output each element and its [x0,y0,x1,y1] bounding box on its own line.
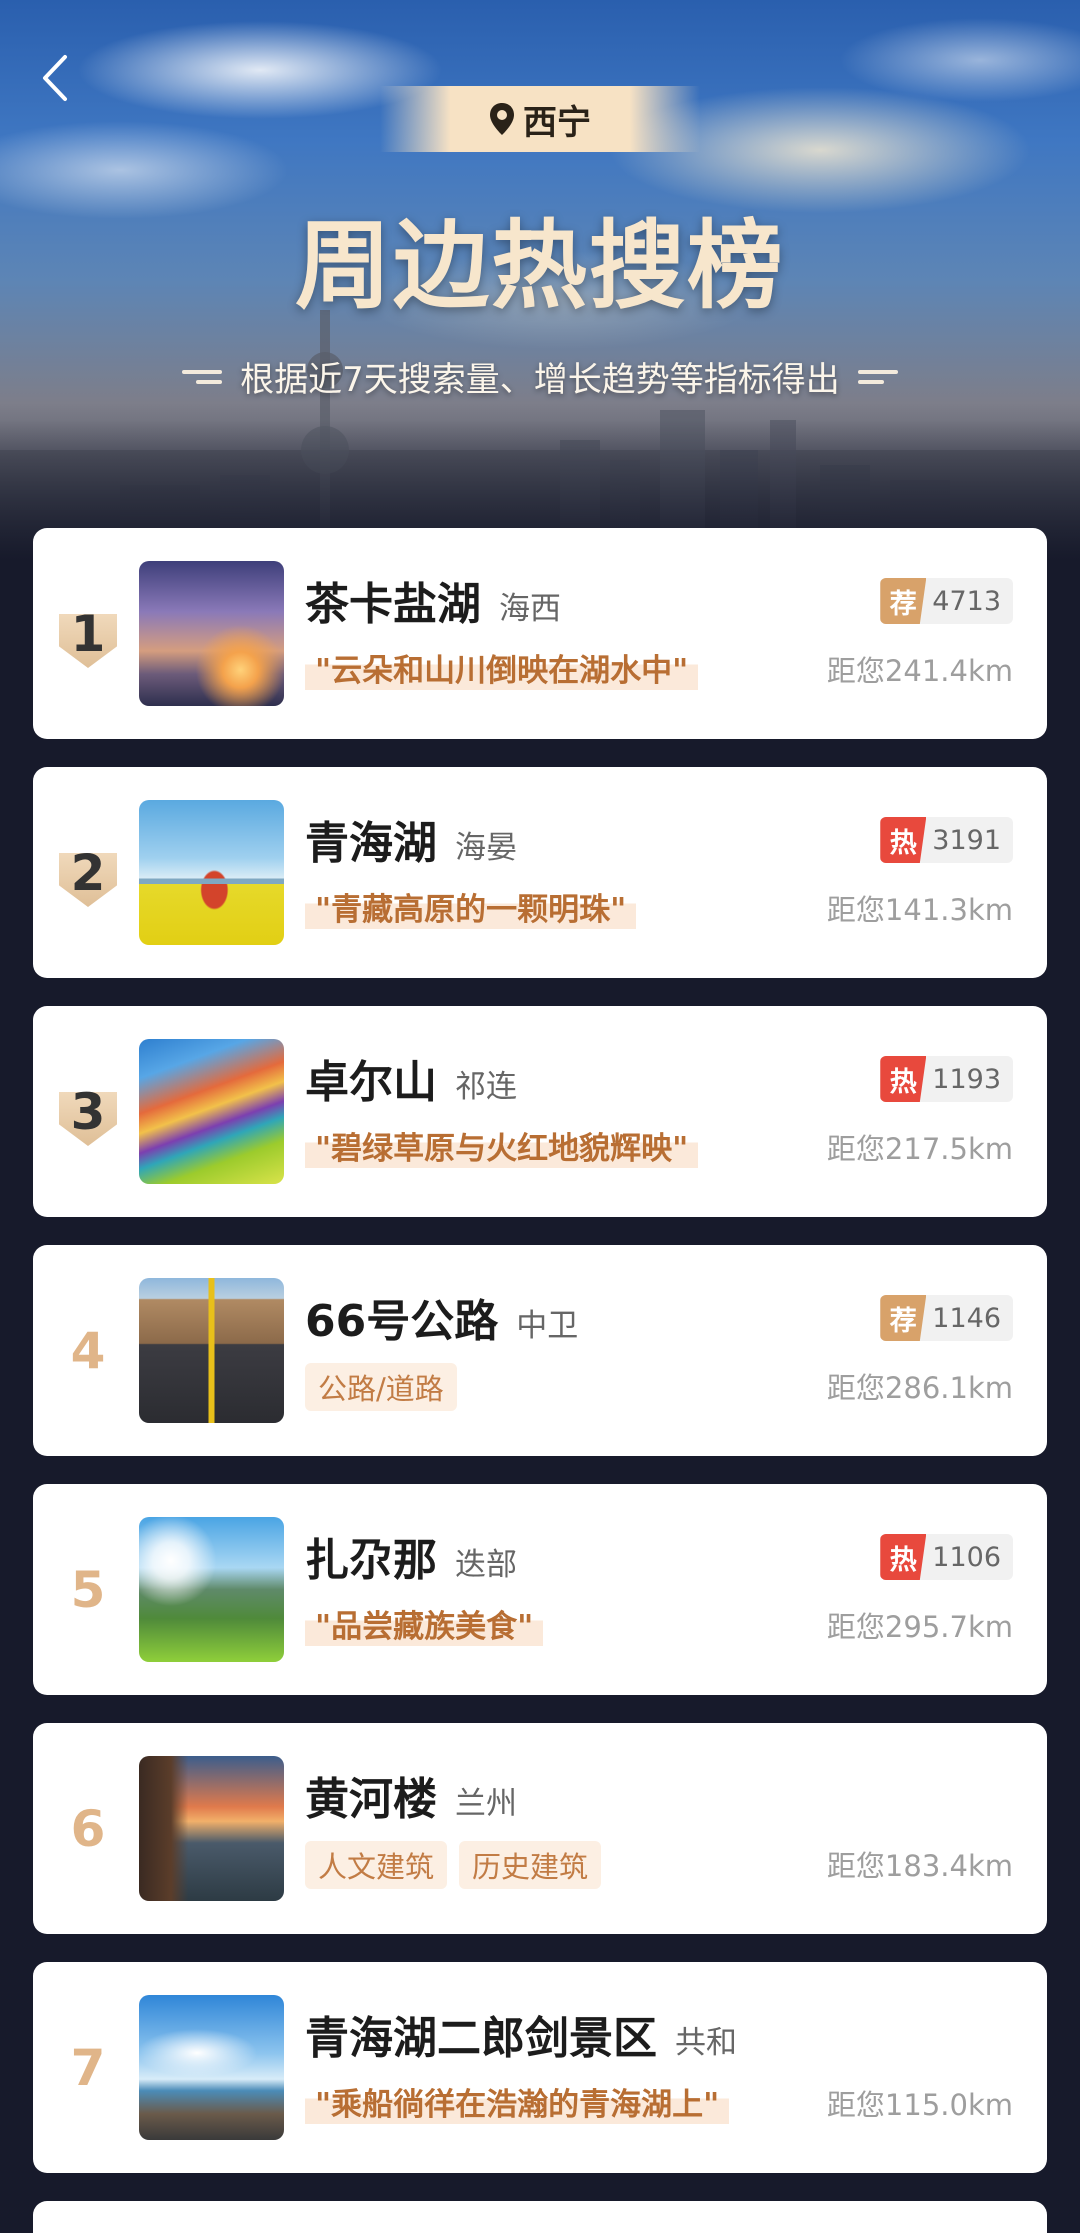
thumbnail-image [139,561,284,706]
place-name: 青海湖二郎剑景区 [305,2013,657,2064]
name-row: 卓尔山 祁连 [305,1046,517,1110]
place-name: 卓尔山 [305,1057,437,1108]
badge-count: 1106 [932,1541,1001,1573]
place-region: 迭部 [455,1547,517,1583]
popularity-badge: 热 1106 [880,1534,1013,1580]
rank-number: 7 [70,2039,106,2097]
thumbnail-image [139,1995,284,2140]
rank-badge: 1 [59,598,117,670]
thumbnail-image [139,800,284,945]
place-quote: "青藏高原的一颗明珠" [305,883,637,929]
place-region: 祁连 [455,1069,517,1105]
subtitle-dash-right [857,369,898,384]
badge-count: 3191 [932,824,1001,856]
list-item[interactable]: 6 黄河楼 兰州 人文建筑 历史建筑 距您183.4km [33,1723,1047,1934]
back-button[interactable] [30,50,80,106]
place-region: 海西 [499,591,561,627]
thumbnail-image [139,1278,284,1423]
subtitle-dash-left [182,369,223,384]
place-quote: "云朵和山川倒映在湖水中" [305,644,699,690]
place-quote: "乘船徜徉在浩瀚的青海湖上" [305,2078,730,2124]
place-region: 共和 [675,2025,737,2061]
place-region: 兰州 [455,1786,517,1822]
badge-kind: 热 [880,1534,927,1580]
location-selector[interactable]: 西宁 [380,86,700,152]
place-name: 66号公路 [305,1296,499,1347]
thumbnail-image [139,1756,284,1901]
place-quote: "碧绿草原与火红地貌辉映" [305,1122,699,1168]
badge-kind: 热 [880,817,927,863]
badge-count: 1193 [932,1063,1001,1095]
rank-number: 2 [70,844,106,902]
badge-count: 1146 [932,1302,1001,1334]
tag-list: 人文建筑 历史建筑 [305,1841,602,1889]
location-label: 西宁 [523,102,591,143]
rank-number: 1 [70,605,106,663]
list-item[interactable]: 5 扎尕那 迭部 "品尝藏族美食" 热 1106 距您295.7km [33,1484,1047,1695]
rank-badge: 4 [59,1315,117,1387]
name-row: 黄河楼 兰州 [305,1763,517,1827]
location-pin-icon [490,103,514,135]
page-subtitle: 根据近7天搜索量、增长趋势等指标得出 [0,352,1080,401]
list-item[interactable]: 1 茶卡盐湖 海西 "云朵和山川倒映在湖水中" 荐 4713 距您241.4km [33,528,1047,739]
place-name: 青海湖 [305,818,437,869]
badge-kind: 荐 [880,578,927,624]
tag: 公路/道路 [305,1363,457,1411]
distance: 距您217.5km [826,1132,1013,1166]
distance: 距您141.3km [826,893,1013,927]
badge-kind: 热 [880,1056,927,1102]
list-item-partial[interactable] [33,2201,1047,2233]
distance: 距您241.4km [826,654,1013,688]
list-item[interactable]: 4 66号公路 中卫 公路/道路 荐 1146 距您286.1km [33,1245,1047,1456]
tag: 历史建筑 [459,1841,602,1889]
distance: 距您286.1km [826,1371,1013,1405]
popularity-badge: 热 3191 [880,817,1013,863]
thumbnail-image [139,1517,284,1662]
distance: 距您115.0km [826,2088,1013,2122]
hero-banner: 西宁 周边热搜榜 根据近7天搜索量、增长趋势等指标得出 [0,0,1080,560]
badge-count: 4713 [932,585,1001,617]
popularity-badge: 荐 4713 [880,578,1013,624]
name-row: 青海湖二郎剑景区 共和 [305,2002,737,2066]
place-region: 海晏 [455,830,517,866]
rank-number: 3 [70,1083,106,1141]
place-quote: "品尝藏族美食" [305,1600,544,1646]
tag: 人文建筑 [305,1841,448,1889]
rank-badge: 6 [59,1793,117,1865]
place-region: 中卫 [516,1308,579,1344]
popularity-badge: 荐 1146 [880,1295,1013,1341]
list-item[interactable]: 3 卓尔山 祁连 "碧绿草原与火红地貌辉映" 热 1193 距您217.5km [33,1006,1047,1217]
rank-number: 4 [70,1322,106,1380]
rank-badge: 7 [59,2032,117,2104]
place-name: 茶卡盐湖 [305,579,481,630]
list-item[interactable]: 2 青海湖 海晏 "青藏高原的一颗明珠" 热 3191 距您141.3km [33,767,1047,978]
name-row: 青海湖 海晏 [305,807,517,871]
subtitle-text: 根据近7天搜索量、增长趋势等指标得出 [240,360,840,400]
name-row: 66号公路 中卫 [305,1285,578,1349]
rank-number: 5 [70,1561,106,1619]
chevron-left-icon [43,55,67,101]
badge-kind: 荐 [880,1295,927,1341]
place-name: 黄河楼 [305,1774,437,1825]
name-row: 扎尕那 迭部 [305,1524,517,1588]
popularity-badge: 热 1193 [880,1056,1013,1102]
name-row: 茶卡盐湖 海西 [305,568,561,632]
rank-badge: 3 [59,1076,117,1148]
rank-badge: 2 [59,837,117,909]
thumbnail-image [139,1039,284,1184]
place-name: 扎尕那 [305,1535,437,1586]
distance: 距您183.4km [826,1849,1013,1883]
rank-badge: 5 [59,1554,117,1626]
distance: 距您295.7km [826,1610,1013,1644]
page-title: 周边热搜榜 [295,210,785,322]
tag-list: 公路/道路 [305,1363,457,1411]
list-item[interactable]: 7 青海湖二郎剑景区 共和 "乘船徜徉在浩瀚的青海湖上" 距您115.0km [33,1962,1047,2173]
rank-number: 6 [70,1800,106,1858]
